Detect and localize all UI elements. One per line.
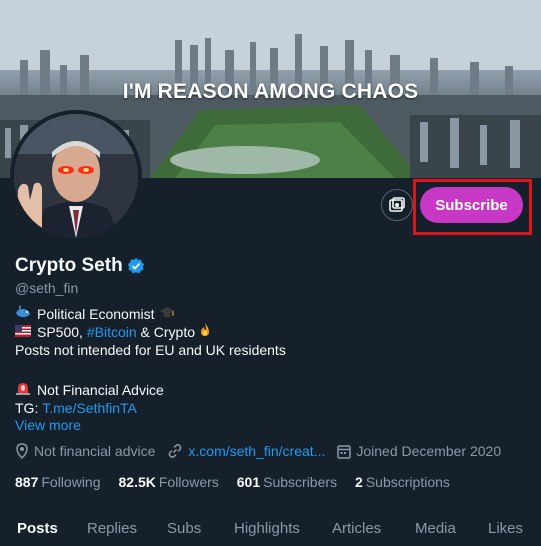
- bio-line-5: TG: T.me/SethfinTA: [15, 399, 286, 417]
- whale-icon: [15, 305, 31, 323]
- subscriptions-count: 2: [355, 474, 363, 490]
- handle: @seth_fin: [15, 280, 79, 296]
- tab-media[interactable]: Media: [415, 520, 456, 537]
- profile-tabs: Posts Replies Subs Highlights Articles M…: [0, 510, 541, 546]
- more-options-button[interactable]: [381, 189, 413, 221]
- subscriptions-stat[interactable]: 2 Subscriptions: [355, 474, 450, 490]
- bitcoin-hashtag-link[interactable]: #Bitcoin: [87, 323, 137, 341]
- graduation-cap-icon: [159, 305, 175, 323]
- siren-icon: [15, 381, 31, 399]
- bio-text-2: SP500,: [37, 324, 87, 340]
- following-label: Following: [41, 474, 101, 490]
- subscribers-stat[interactable]: 601 Subscribers: [237, 474, 337, 490]
- gallery-icon: [389, 197, 405, 212]
- website-item[interactable]: x.com/seth_fin/creat...: [167, 443, 325, 459]
- display-name: Crypto Seth: [15, 255, 123, 276]
- bio-line-3: Posts not intended for EU and UK residen…: [15, 342, 286, 358]
- tab-highlights[interactable]: Highlights: [234, 520, 300, 537]
- tab-articles[interactable]: Articles: [332, 520, 381, 537]
- bio: Political Economist SP500, #Bitcoin & Cr…: [15, 305, 286, 417]
- joined-text: Joined December 2020: [356, 443, 502, 459]
- name-row: Crypto Seth: [15, 255, 145, 277]
- view-more-link[interactable]: View more: [15, 417, 81, 433]
- followers-label: Followers: [158, 474, 219, 490]
- tab-likes[interactable]: Likes: [488, 520, 523, 537]
- profile-meta-row: Not financial advice x.com/seth_fin/crea…: [15, 443, 513, 459]
- joined-item: Joined December 2020: [337, 443, 501, 459]
- location-text: Not financial advice: [34, 443, 156, 459]
- subscriptions-label: Subscriptions: [365, 474, 450, 490]
- subscribers-label: Subscribers: [263, 474, 338, 490]
- following-stat[interactable]: 887 Following: [15, 474, 101, 490]
- avatar[interactable]: [10, 110, 142, 242]
- tab-replies[interactable]: Replies: [87, 520, 137, 537]
- us-flag-icon: [15, 323, 31, 341]
- website-link[interactable]: x.com/seth_fin/creat...: [188, 443, 325, 459]
- stats-row: 887 Following 82.5K Followers 601 Subscribe…: [15, 474, 468, 490]
- bio-text-5: TG:: [15, 400, 43, 416]
- bio-text-2b: & Crypto: [136, 324, 195, 340]
- tab-posts[interactable]: Posts: [17, 520, 58, 537]
- calendar-icon: [337, 444, 352, 459]
- telegram-link[interactable]: T.me/SethfinTA: [42, 399, 137, 417]
- followers-stat[interactable]: 82.5K Followers: [119, 474, 219, 490]
- bio-text-4: Not Financial Advice: [37, 382, 164, 398]
- fire-icon: [199, 323, 211, 341]
- subscribe-button[interactable]: Subscribe: [420, 187, 523, 223]
- bio-blank-line: [15, 359, 286, 377]
- bio-line-4: Not Financial Advice: [15, 381, 286, 399]
- location-pin-icon: [16, 443, 28, 459]
- following-count: 887: [15, 474, 39, 490]
- banner-caption: I'M REASON AMONG CHAOS: [122, 80, 419, 103]
- bio-line-1: Political Economist: [15, 305, 286, 323]
- bio-text-1: Political Economist: [37, 306, 155, 322]
- subscribers-count: 601: [236, 474, 261, 490]
- location-item: Not financial advice: [15, 443, 155, 459]
- link-icon: [168, 444, 182, 458]
- bio-line-2: SP500, #Bitcoin & Crypto: [15, 323, 286, 341]
- avatar-portrait-image: [14, 114, 138, 238]
- followers-count: 82.5K: [118, 474, 156, 490]
- tab-subs[interactable]: Subs: [167, 520, 201, 537]
- verified-badge-icon[interactable]: [127, 257, 145, 275]
